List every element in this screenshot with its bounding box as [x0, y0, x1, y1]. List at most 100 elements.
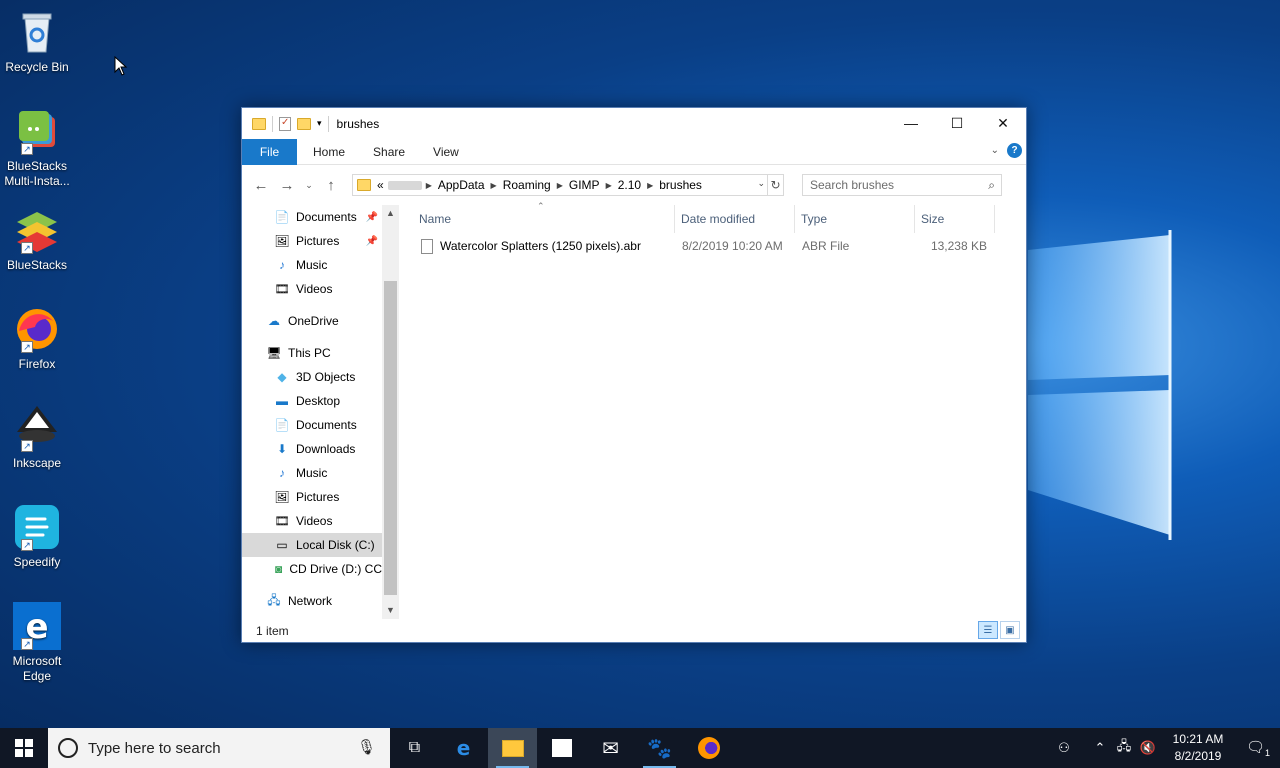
nav-item-videos[interactable]: 🎞 Videos: [242, 509, 382, 533]
nav-item-downloads[interactable]: ⬇ Downloads: [242, 437, 382, 461]
properties-icon[interactable]: [279, 116, 291, 131]
desktop-icon-speedify[interactable]: ↗ Speedify: [2, 503, 72, 570]
bluestacks-multi-icon: ↗: [13, 107, 61, 155]
quick-access-toolbar: ▾: [242, 115, 329, 132]
nav-item-onedrive[interactable]: ☁ OneDrive: [242, 309, 382, 333]
clock[interactable]: 10:21 AM 8/2/2019: [1160, 731, 1236, 765]
up-button[interactable]: ↑: [320, 174, 342, 196]
file-explorer-icon: [501, 739, 524, 757]
desktop-icon-bluestacks[interactable]: ↗ BlueStacks: [2, 206, 72, 273]
people-icon[interactable]: ⚇: [1052, 740, 1076, 756]
nav-label: 3D Objects: [296, 370, 356, 384]
nav-item-cd-drive[interactable]: ◙ CD Drive (D:) CC: [242, 557, 382, 581]
task-view-button[interactable]: ⧉: [390, 728, 439, 768]
show-hidden-icons-icon[interactable]: ⌃: [1088, 740, 1112, 756]
desktop-icon-bluestacks-multi[interactable]: ↗ BlueStacks Multi-Insta...: [2, 107, 72, 189]
tab-view[interactable]: View: [419, 139, 473, 165]
nav-item-documents-quick[interactable]: 📄 Documents 📌: [242, 205, 382, 229]
microphone-icon[interactable]: 🎙: [357, 738, 376, 756]
start-button[interactable]: [0, 728, 48, 768]
edge-icon: e ↗: [13, 602, 61, 650]
gimp-icon: 🐾: [647, 737, 672, 760]
taskbar-edge[interactable]: e: [439, 728, 488, 768]
videos-icon: 🎞: [274, 514, 290, 528]
nav-item-desktop[interactable]: ▬ Desktop: [242, 389, 382, 413]
title-bar[interactable]: ▾ brushes — ☐ ✕: [242, 108, 1026, 139]
nav-label: Music: [296, 258, 328, 272]
breadcrumb-overflow[interactable]: «: [377, 178, 384, 192]
details-view-icon[interactable]: ☰: [978, 621, 998, 639]
shortcut-arrow-icon: ↗: [21, 539, 33, 551]
nav-item-local-disk[interactable]: ▭ Local Disk (C:): [242, 533, 382, 557]
nav-item-music[interactable]: ♪ Music: [242, 461, 382, 485]
cd-drive-icon: ◙: [275, 562, 283, 576]
address-bar[interactable]: « ▶ AppData ▶ Roaming ▶ GIMP ▶ 2.10 ▶ br…: [352, 174, 784, 196]
nav-label: Documents: [296, 210, 357, 224]
breadcrumb-brushes[interactable]: brushes: [653, 178, 708, 192]
file-list: ⌃ Name Date modified Type Size Watercolo…: [400, 201, 1026, 619]
download-arrow-icon: ⬇: [276, 442, 288, 456]
desktop-icon-microsoft-edge[interactable]: e ↗ Microsoft Edge: [2, 602, 72, 684]
scrollbar-thumb[interactable]: [384, 281, 397, 595]
volume-muted-icon[interactable]: 🔇: [1136, 740, 1160, 756]
nav-item-documents[interactable]: 📄 Documents: [242, 413, 382, 437]
scroll-down-icon[interactable]: ▼: [382, 602, 399, 619]
desktop-icon-label: BlueStacks Multi-Insta...: [4, 159, 70, 188]
nav-item-pictures-quick[interactable]: 🖼 Pictures 📌: [242, 229, 382, 253]
nav-item-3d-objects[interactable]: ◆ 3D Objects: [242, 365, 382, 389]
customize-toolbar-icon[interactable]: ▾: [317, 118, 322, 129]
network-icon[interactable]: 🖧: [1112, 737, 1136, 759]
forward-button[interactable]: →: [276, 174, 298, 196]
search-placeholder: Search brushes: [810, 178, 895, 192]
column-header-type[interactable]: Type: [795, 205, 915, 233]
help-icon[interactable]: ?: [1007, 143, 1022, 158]
taskbar-file-explorer[interactable]: [488, 728, 537, 768]
file-icon: [421, 238, 433, 254]
desktop-icon-firefox[interactable]: ↗ Firefox: [2, 305, 72, 372]
search-input[interactable]: Search brushes ⌕: [802, 174, 1002, 196]
taskbar-mail[interactable]: ✉: [586, 728, 635, 768]
taskbar-firefox[interactable]: [684, 728, 733, 768]
nav-item-videos-quick[interactable]: 🎞 Videos: [242, 277, 382, 301]
tab-home[interactable]: Home: [299, 139, 359, 165]
tab-file[interactable]: File: [242, 138, 297, 165]
nav-pane-scrollbar[interactable]: ▲ ▼: [382, 205, 399, 619]
desktop-icon-recycle-bin[interactable]: Recycle Bin: [2, 8, 72, 75]
breadcrumb-gimp[interactable]: GIMP: [563, 178, 606, 192]
window-title: brushes: [336, 116, 380, 131]
back-button[interactable]: ←: [250, 174, 272, 196]
nav-item-pictures[interactable]: 🖼 Pictures: [242, 485, 382, 509]
new-folder-icon[interactable]: [297, 117, 311, 130]
mouse-cursor-icon: [114, 56, 128, 76]
nav-item-network[interactable]: 🖧 Network: [242, 589, 382, 613]
close-button[interactable]: ✕: [980, 108, 1026, 138]
nav-item-this-pc[interactable]: 🖥 This PC: [242, 341, 382, 365]
taskbar-search-box[interactable]: Type here to search 🎙: [48, 728, 390, 768]
action-center-button[interactable]: 🗨1: [1236, 738, 1280, 758]
maximize-button[interactable]: ☐: [934, 108, 980, 138]
desktop-icon-label: Firefox: [18, 357, 56, 371]
file-explorer-window: ▾ brushes — ☐ ✕ File Home Share View ⌄ ?…: [241, 107, 1027, 643]
taskbar-gimp[interactable]: 🐾: [635, 728, 684, 768]
expand-ribbon-icon[interactable]: ⌄: [991, 145, 999, 156]
taskbar-store[interactable]: [537, 728, 586, 768]
recent-locations-button[interactable]: ⌄: [302, 174, 316, 196]
scroll-up-icon[interactable]: ▲: [382, 205, 399, 222]
breadcrumb-appdata[interactable]: AppData: [432, 178, 491, 192]
column-header-date[interactable]: Date modified: [675, 205, 795, 233]
desktop-icon: ▬: [276, 394, 288, 408]
minimize-button[interactable]: —: [888, 108, 934, 138]
file-row[interactable]: Watercolor Splatters (1250 pixels).abr 8…: [400, 235, 1026, 257]
pin-icon: 📌: [365, 211, 378, 223]
desktop-icon-inkscape[interactable]: ↗ Inkscape: [2, 404, 72, 471]
refresh-icon[interactable]: ↻: [767, 175, 783, 195]
nav-item-music-quick[interactable]: ♪ Music: [242, 253, 382, 277]
breadcrumb-roaming[interactable]: Roaming: [497, 178, 557, 192]
redacted-username: [387, 180, 422, 190]
address-dropdown-icon[interactable]: ⌄: [757, 178, 765, 189]
large-icons-view-icon[interactable]: ▣: [1000, 621, 1020, 639]
column-header-size[interactable]: Size: [915, 205, 995, 233]
tab-share[interactable]: Share: [359, 139, 419, 165]
pictures-icon: 🖼: [274, 234, 290, 248]
breadcrumb-version[interactable]: 2.10: [612, 178, 647, 192]
